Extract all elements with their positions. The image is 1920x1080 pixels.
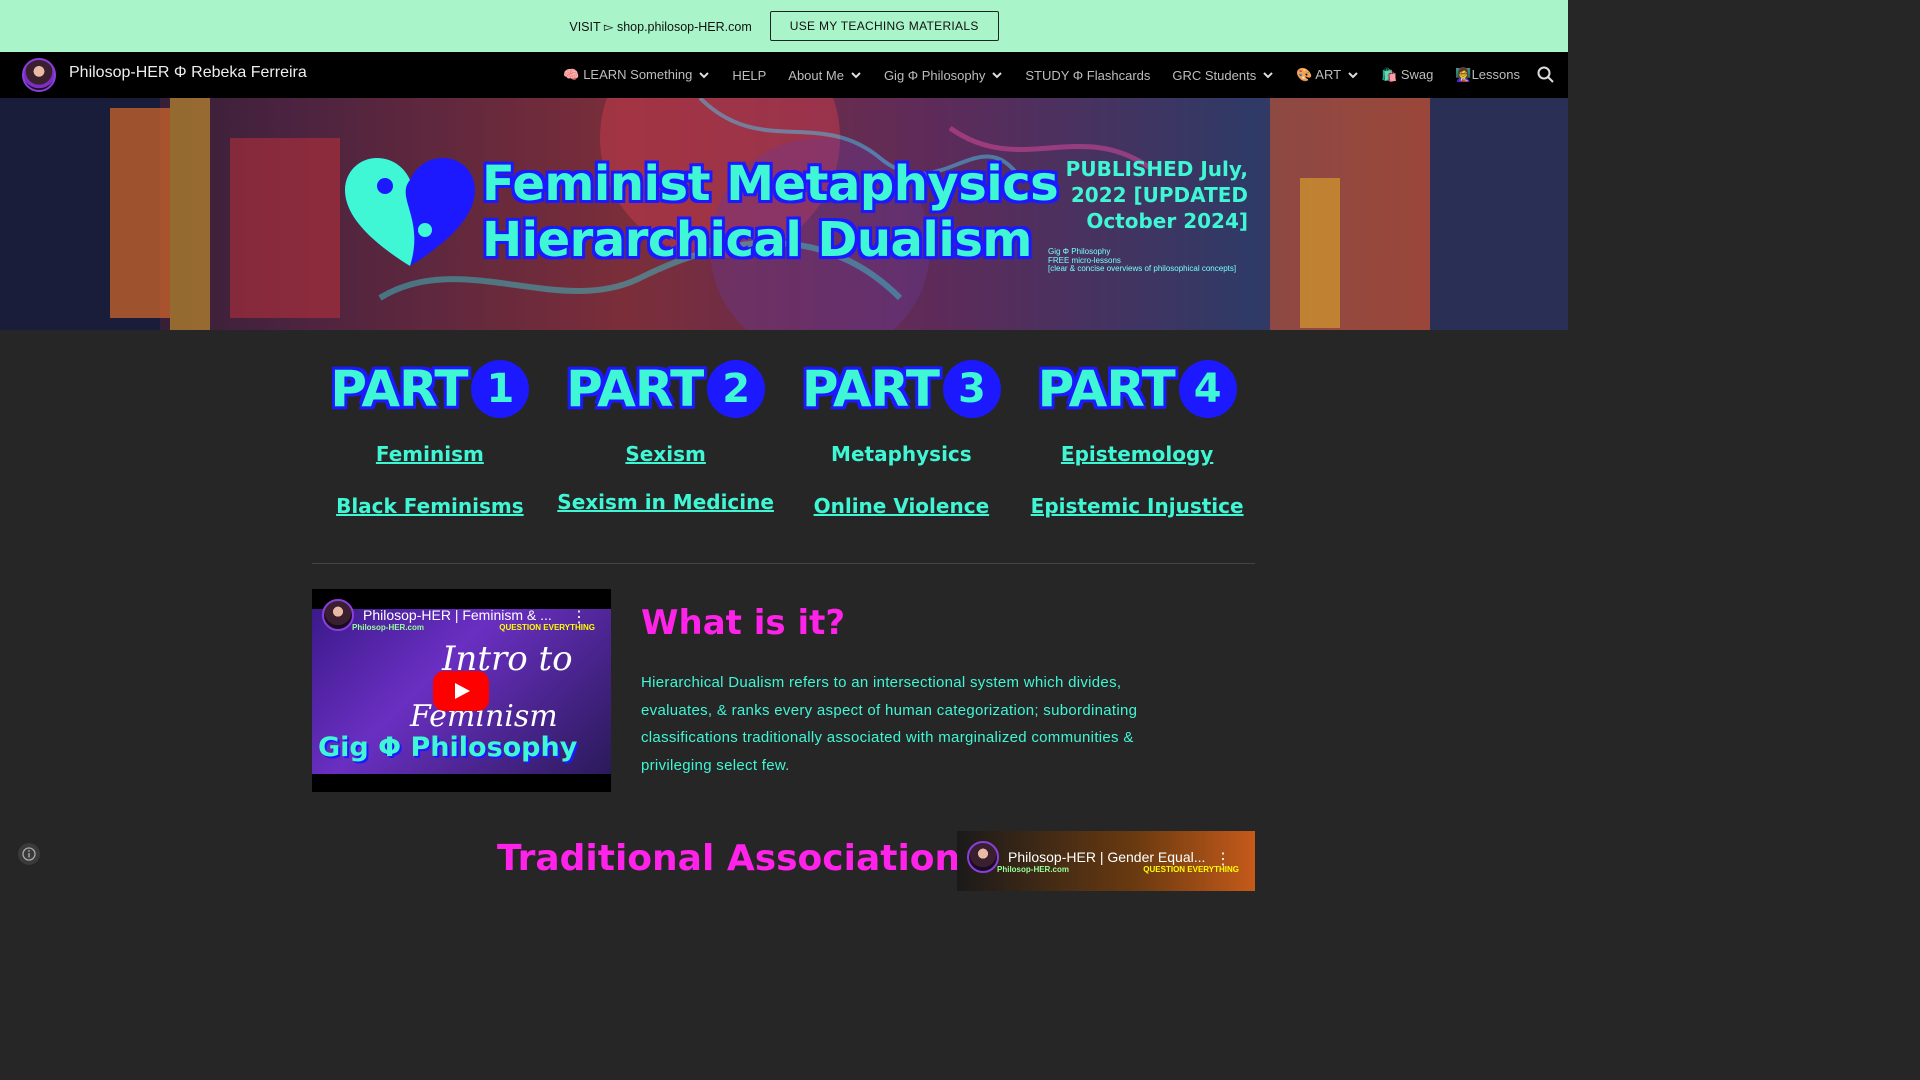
chevron-down-icon[interactable]: [1347, 69, 1359, 81]
topic-link-online-violence[interactable]: Online Violence: [814, 494, 990, 518]
chevron-down-icon[interactable]: [850, 69, 862, 81]
part-number-badge: 2: [707, 360, 766, 418]
nav-item-grc-students[interactable]: GRC Students: [1172, 68, 1274, 83]
youtube-embed-feminism[interactable]: Philosop-HER | Feminism & ... ⋮ Philosop…: [312, 589, 611, 792]
nav-item-lessons[interactable]: 👩‍🏫Lessons: [1455, 67, 1520, 83]
site-logo-avatar[interactable]: [22, 58, 56, 92]
section-description: Hierarchical Dualism refers to an inters…: [641, 674, 1138, 774]
published-line: October 2024]: [1086, 209, 1248, 233]
nav-item-learn[interactable]: 🧠 LEARN Something: [563, 67, 710, 83]
youtube-embed-gender-equality[interactable]: Philosop-HER | Gender Equal... ⋮ Philoso…: [957, 831, 1255, 891]
site-title[interactable]: Philosop-HER Φ Rebeka Ferreira: [69, 64, 307, 82]
banner-title-line: Feminist Metaphysics: [482, 156, 1059, 212]
topic-link-feminism[interactable]: Feminism: [376, 442, 484, 466]
parts-grid: PART 1 Feminism Black Feminisms PART 2 S…: [312, 358, 1255, 518]
hero-banner: Feminist Metaphysics Hierarchical Dualis…: [0, 98, 1568, 330]
nav-item-gig-philosophy[interactable]: Gig Φ Philosophy: [884, 68, 1003, 83]
part-heading: PART 1: [330, 358, 530, 420]
nav-item-label: STUDY Φ Flashcards: [1025, 67, 1151, 83]
chevron-down-icon[interactable]: [991, 69, 1003, 81]
nav-item-help[interactable]: HELP: [732, 68, 766, 83]
section-heading: What is it?: [641, 603, 846, 643]
video-title[interactable]: Philosop-HER | Gender Equal...: [1008, 849, 1205, 865]
part-number-badge: 1: [471, 360, 530, 418]
chevron-down-icon[interactable]: [698, 69, 710, 81]
video-tagline: QUESTION EVERYTHING: [499, 623, 595, 632]
published-date: PUBLISHED July, 2022 [UPDATED October 20…: [1066, 156, 1248, 234]
nav-item-label: About Me: [788, 67, 844, 83]
topic-link-black-feminisms[interactable]: Black Feminisms: [336, 494, 524, 518]
nav-item-art[interactable]: 🎨 ART: [1296, 67, 1359, 83]
nav-item-swag[interactable]: 🛍️ Swag: [1381, 67, 1433, 83]
thumbnail-text: Gig Φ Philosophy: [318, 732, 578, 763]
part-label: PART: [1037, 360, 1176, 418]
part-number-badge: 3: [942, 360, 1001, 418]
part-column-4: PART 4 Epistemology Epistemic Injustice: [1019, 358, 1255, 518]
chevron-down-icon[interactable]: [1262, 69, 1274, 81]
topic-link-sexism-in-medicine[interactable]: Sexism in Medicine: [557, 490, 774, 514]
nav-item-label: 🎨 ART: [1296, 67, 1342, 82]
search-icon[interactable]: [1536, 65, 1556, 85]
nav-item-label: 👩‍🏫Lessons: [1455, 67, 1520, 82]
topic-link-sexism[interactable]: Sexism: [625, 442, 705, 466]
banner-tagline-line: [clear & concise overviews of philosophi…: [1048, 264, 1237, 273]
next-section-heading: Traditional Associations: [497, 838, 982, 879]
top-navbar: Philosop-HER Φ Rebeka Ferreira 🧠 LEARN S…: [0, 52, 1568, 98]
published-line: PUBLISHED July,: [1065, 157, 1248, 181]
part-label: PART: [566, 360, 704, 418]
banner-tagline: Gig Φ Philosophy FREE micro-lessons [cle…: [1048, 247, 1237, 274]
teaching-materials-button[interactable]: USE MY TEACHING MATERIALS: [769, 11, 999, 41]
nav-item-label: 🛍️ Swag: [1381, 67, 1434, 82]
video-channel-tag: Philosop-HER.com: [352, 623, 425, 632]
part-heading: PART 4: [1038, 358, 1237, 420]
part-label: PART: [801, 360, 940, 418]
part-label: PART: [330, 360, 468, 418]
yin-yang-heart-icon: [345, 158, 475, 266]
site-info-button[interactable]: [18, 843, 40, 865]
topic-link-epistemic-injustice[interactable]: Epistemic Injustice: [1031, 494, 1244, 518]
published-line: 2022 [UPDATED: [1070, 183, 1248, 207]
video-channel-tag: Philosop-HER.com: [997, 865, 1070, 874]
topic-link-epistemology[interactable]: Epistemology: [1061, 442, 1213, 466]
part-number-badge: 4: [1178, 360, 1237, 418]
banner-title: Feminist Metaphysics Hierarchical Dualis…: [482, 156, 1059, 268]
announcement-bar: VISIT ▻ shop.philosop-HER.com USE MY TEA…: [0, 0, 1568, 52]
announcement-text: VISIT ▻ shop.philosop-HER.com: [569, 19, 752, 34]
topic-metaphysics: Metaphysics: [831, 442, 972, 466]
part-heading: PART 3: [802, 358, 1001, 420]
video-title[interactable]: Philosop-HER | Feminism & ...: [363, 607, 552, 623]
part-heading: PART 2: [566, 358, 766, 420]
banner-title-line: Hierarchical Dualism: [482, 212, 1032, 268]
nav-item-label: GRC Students: [1172, 67, 1257, 83]
nav-item-about[interactable]: About Me: [788, 68, 862, 83]
nav-item-label: HELP: [732, 67, 767, 83]
info-icon: [22, 847, 36, 861]
nav-item-flashcards[interactable]: STUDY Φ Flashcards: [1025, 68, 1150, 83]
part-column-1: PART 1 Feminism Black Feminisms: [312, 358, 548, 518]
nav-menu: 🧠 LEARN Something HELP About Me Gig Φ Ph…: [563, 52, 1520, 98]
part-column-3: PART 3 Metaphysics Online Violence: [784, 358, 1020, 518]
nav-item-label: Gig Φ Philosophy: [883, 67, 986, 83]
play-button-icon[interactable]: [433, 671, 489, 711]
section-divider: [312, 563, 1255, 564]
part-column-2: PART 2 Sexism Sexism in Medicine: [548, 358, 784, 518]
nav-item-label: 🧠 LEARN Something: [563, 67, 693, 82]
video-tagline: QUESTION EVERYTHING: [1143, 865, 1239, 874]
channel-avatar[interactable]: [322, 599, 354, 631]
channel-avatar[interactable]: [967, 841, 999, 873]
